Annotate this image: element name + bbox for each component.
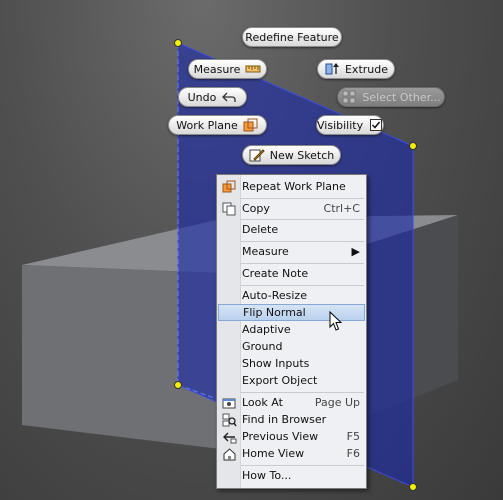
menu-item-ground[interactable]: Ground: [218, 338, 365, 355]
ruler-icon: [245, 62, 261, 76]
copy-icon: [221, 201, 237, 216]
mouse-cursor-icon: [329, 311, 343, 331]
menu-item-label: Look At: [242, 396, 283, 409]
plane-grip-top-right[interactable]: [409, 142, 417, 150]
menu-item-label: How To...: [242, 469, 292, 482]
undo-button[interactable]: Undo: [178, 87, 247, 107]
previous-view-icon: [221, 429, 237, 444]
menu-item-label: Repeat Work Plane: [242, 180, 346, 193]
menu-item-auto-resize[interactable]: Auto-Resize: [218, 287, 365, 304]
menu-item-label: Flip Normal: [243, 306, 306, 319]
menu-item-label: Auto-Resize: [242, 289, 307, 302]
select-other-label: Select Other...: [362, 90, 441, 104]
measure-button[interactable]: Measure: [188, 59, 267, 79]
menu-item-show-inputs[interactable]: Show Inputs: [218, 355, 365, 372]
menu-item-label: Create Note: [242, 267, 309, 280]
menu-item-label: Home View: [242, 447, 305, 460]
visibility-label: Visibility: [317, 118, 364, 132]
plane-grip-top-left[interactable]: [174, 39, 182, 47]
undo-label: Undo: [187, 90, 217, 104]
menu-item-shortcut: Ctrl+C: [323, 202, 360, 215]
menu-item-create-note[interactable]: Create Note: [218, 265, 365, 282]
menu-item-shortcut: F6: [346, 447, 360, 460]
work-plane-label: Work Plane: [176, 118, 238, 132]
checkbox-checked-icon: [368, 118, 383, 132]
select-other-icon: [341, 90, 357, 104]
menu-item-label: Previous View: [242, 430, 319, 443]
work-plane-button[interactable]: Work Plane: [168, 115, 267, 135]
menu-item-previous-view[interactable]: Previous View F5: [218, 428, 365, 445]
menu-item-how-to[interactable]: How To...: [218, 467, 365, 484]
menu-item-look-at[interactable]: Look At Page Up: [218, 394, 365, 411]
new-sketch-label: New Sketch: [269, 148, 335, 162]
visibility-button[interactable]: Visibility: [316, 115, 384, 135]
menu-item-shortcut: F5: [346, 430, 360, 443]
new-sketch-icon: [249, 148, 265, 162]
select-other-button[interactable]: Select Other...: [337, 87, 445, 107]
menu-item-export-object[interactable]: Export Object: [218, 372, 365, 389]
find-in-browser-icon: [221, 412, 237, 427]
context-menu: Repeat Work Plane Copy Ctrl+C Delete Mea…: [216, 174, 367, 489]
work-plane-icon: [243, 118, 259, 132]
menu-item-label: Adaptive: [242, 323, 291, 336]
new-sketch-button[interactable]: New Sketch: [242, 145, 341, 165]
redefine-feature-label: Redefine Feature: [245, 30, 339, 44]
plane-grip-bottom-left[interactable]: [174, 381, 182, 389]
menu-item-shortcut: Page Up: [314, 396, 360, 409]
extrude-button[interactable]: Extrude: [317, 59, 395, 79]
submenu-arrow-icon: ▶: [351, 245, 360, 258]
menu-item-repeat-work-plane[interactable]: Repeat Work Plane: [218, 178, 365, 195]
menu-item-home-view[interactable]: Home View F6: [218, 445, 365, 462]
home-view-icon: [221, 446, 237, 461]
menu-item-label: Measure: [242, 245, 289, 258]
plane-grip-bottom-right[interactable]: [409, 483, 417, 491]
measure-label: Measure: [193, 62, 241, 76]
menu-item-measure[interactable]: Measure ▶: [218, 243, 365, 260]
menu-item-delete[interactable]: Delete: [218, 221, 365, 238]
menu-item-label: Delete: [242, 223, 279, 236]
work-plane-icon: [221, 179, 237, 194]
redefine-feature-button[interactable]: Redefine Feature: [242, 27, 342, 47]
menu-item-label: Export Object: [242, 374, 318, 387]
menu-item-copy[interactable]: Copy Ctrl+C: [218, 200, 365, 217]
menu-item-label: Copy: [242, 202, 270, 215]
menu-item-label: Show Inputs: [242, 357, 310, 370]
extrude-icon: [324, 62, 340, 76]
look-at-icon: [221, 395, 237, 410]
extrude-label: Extrude: [344, 62, 389, 76]
menu-item-label: Ground: [242, 340, 283, 353]
menu-item-label: Find in Browser: [242, 413, 327, 426]
undo-arrow-icon: [221, 90, 237, 104]
menu-item-find-in-browser[interactable]: Find in Browser: [218, 411, 365, 428]
